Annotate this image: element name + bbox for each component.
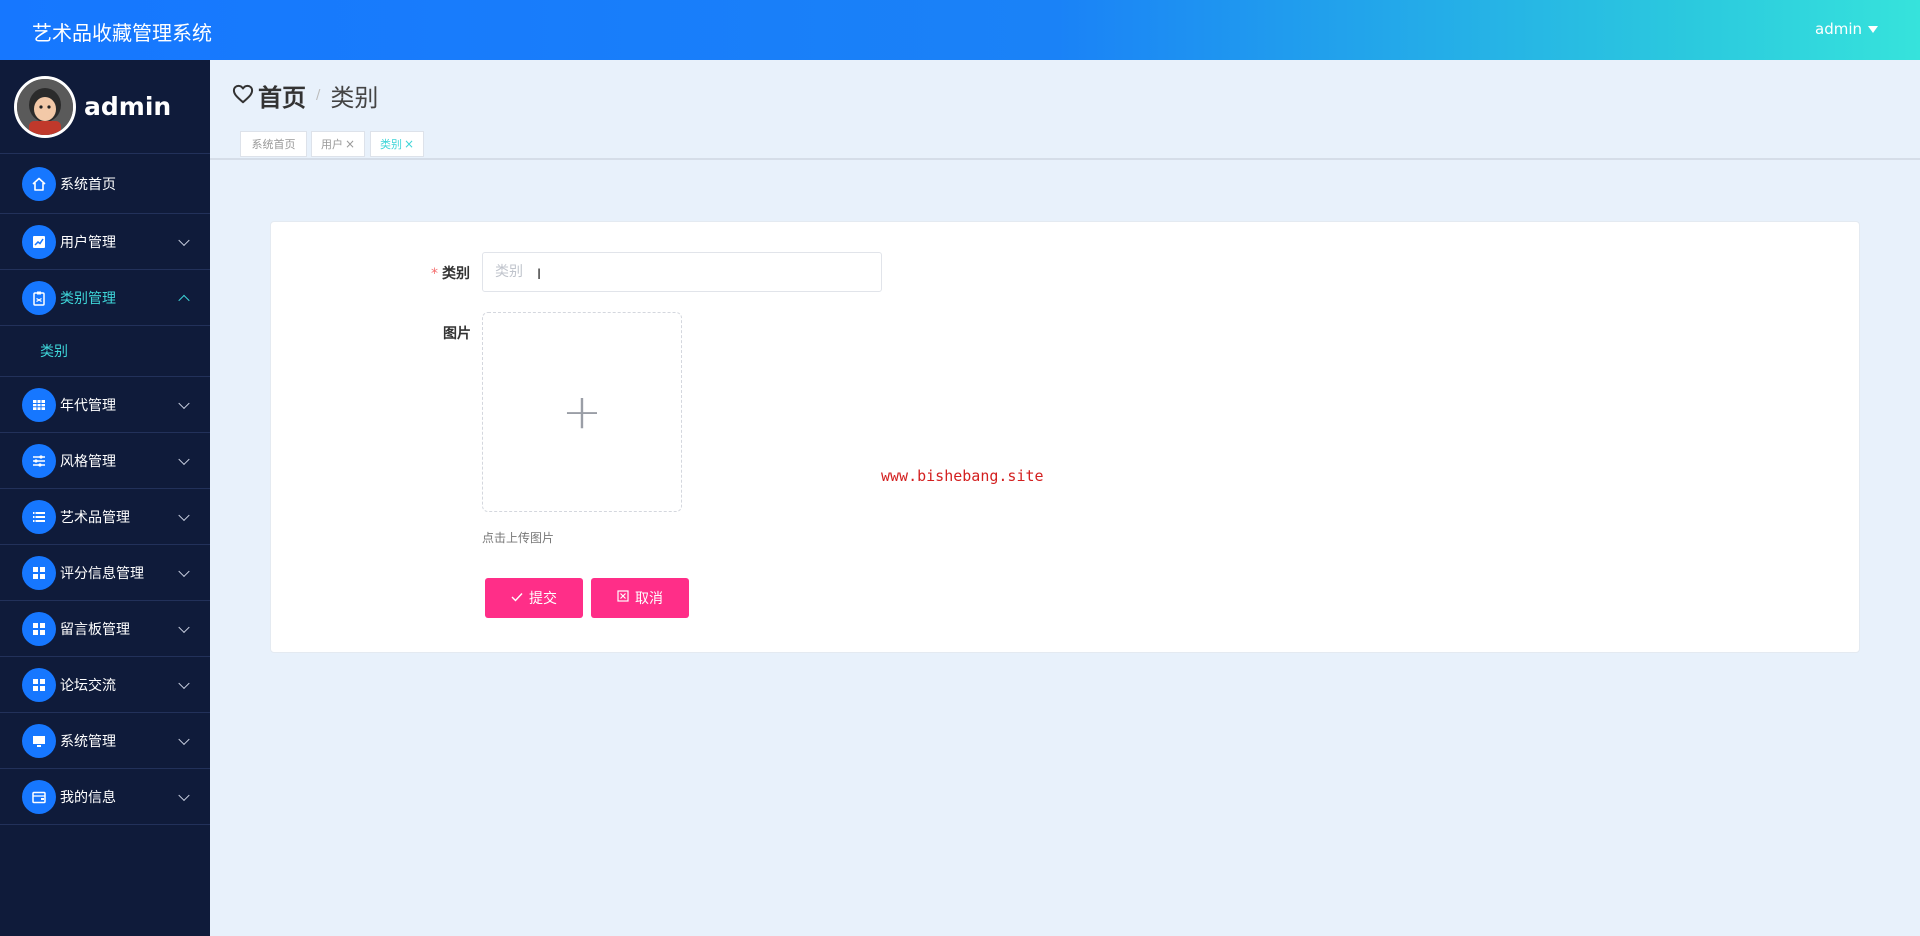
cancel-button[interactable]: 取消 <box>591 578 689 618</box>
caret-down-icon <box>1868 25 1878 33</box>
profile-username: admin <box>84 92 172 121</box>
avatar <box>14 75 76 138</box>
sidebar: admin 系统首页 用户管理 类别管理 类别 年代管理 风格管理 艺术品管理 … <box>0 60 210 936</box>
tag-label: 用户 <box>320 138 343 151</box>
cancel-label: 取消 <box>635 591 663 607</box>
sidebar-item-label: 类别管理 <box>60 290 116 307</box>
image-label: 图片 <box>443 326 471 342</box>
sidebar-item-messageboard[interactable]: 留言板管理 <box>0 601 210 657</box>
tag-home[interactable]: 系统首页 <box>240 131 307 157</box>
chevron-down-icon <box>178 621 190 633</box>
grid-icon <box>22 611 56 646</box>
sidebar-item-label: 年代管理 <box>60 397 116 414</box>
sidebar-item-label: 系统首页 <box>60 176 116 193</box>
upload-hint: 点击上传图片 <box>482 531 555 545</box>
sidebar-item-category[interactable]: 类别管理 <box>0 270 210 326</box>
category-input[interactable] <box>482 252 882 292</box>
tag-label: 系统首页 <box>251 138 296 151</box>
close-box-icon <box>617 590 629 606</box>
app-title: 艺术品收藏管理系统 <box>32 21 212 45</box>
sidebar-item-label: 评分信息管理 <box>60 565 144 582</box>
sliders-icon <box>22 443 56 478</box>
home-icon <box>22 166 56 201</box>
top-header: 艺术品收藏管理系统 admin <box>0 0 1920 60</box>
sidebar-item-label: 风格管理 <box>60 453 116 470</box>
chevron-down-icon <box>178 789 190 801</box>
sidebar-item-users[interactable]: 用户管理 <box>0 214 210 270</box>
close-icon[interactable]: × <box>345 137 355 151</box>
wallet-icon <box>22 779 56 814</box>
sidebar-item-label: 论坛交流 <box>60 677 116 694</box>
heart-icon <box>232 84 254 108</box>
category-label: * 类别 <box>431 263 470 283</box>
breadcrumb: 首页 / 类别 <box>232 78 378 113</box>
image-upload[interactable]: + <box>482 312 682 512</box>
watermark: www.bishebang.site <box>881 467 1044 485</box>
required-mark: * <box>431 266 438 282</box>
tag-label: 类别 <box>379 138 402 151</box>
text-cursor-icon: I <box>537 267 542 283</box>
chevron-down-icon <box>178 565 190 577</box>
close-icon[interactable]: × <box>404 137 414 151</box>
profile: admin <box>0 60 210 154</box>
chart-icon <box>22 224 56 259</box>
grid-icon <box>22 667 56 702</box>
sidebar-item-era[interactable]: 年代管理 <box>0 377 210 433</box>
sidebar-item-label: 我的信息 <box>60 789 116 806</box>
list-icon <box>22 499 56 534</box>
sidebar-item-label: 艺术品管理 <box>60 509 130 526</box>
sidebar-item-artwork[interactable]: 艺术品管理 <box>0 489 210 545</box>
sidebar-item-rating[interactable]: 评分信息管理 <box>0 545 210 601</box>
chevron-down-icon <box>178 397 190 409</box>
sidebar-item-forum[interactable]: 论坛交流 <box>0 657 210 713</box>
tags-bar: 系统首页 用户 × 类别 × <box>210 122 1920 160</box>
chevron-down-icon <box>178 733 190 745</box>
chevron-up-icon <box>178 294 190 306</box>
tag-category[interactable]: 类别 × <box>370 131 424 157</box>
chevron-down-icon <box>178 509 190 521</box>
sidebar-item-label: 系统管理 <box>60 733 116 750</box>
category-label-text: 类别 <box>442 266 470 282</box>
plus-icon: + <box>561 384 603 440</box>
grid-icon <box>22 555 56 590</box>
chevron-down-icon <box>178 677 190 689</box>
submit-button[interactable]: 提交 <box>485 578 583 618</box>
form-card: *类别 I 图片 + 点击上传图片 www.bishebang.site 提交 … <box>270 221 1860 653</box>
sidebar-item-system[interactable]: 系统管理 <box>0 713 210 769</box>
user-menu-label: admin <box>1815 20 1862 38</box>
sidebar-subitem-category[interactable]: 类别 <box>0 326 210 377</box>
breadcrumb-current: 类别 <box>330 84 379 112</box>
sidebar-item-style[interactable]: 风格管理 <box>0 433 210 489</box>
sidebar-item-myinfo[interactable]: 我的信息 <box>0 769 210 825</box>
monitor-icon <box>22 723 56 758</box>
user-menu[interactable]: admin <box>1815 20 1878 38</box>
breadcrumb-separator: / <box>316 88 321 103</box>
table-icon <box>22 387 56 422</box>
clipboard-icon <box>22 280 56 315</box>
submit-label: 提交 <box>529 591 557 607</box>
sidebar-item-label: 用户管理 <box>60 234 116 251</box>
sidebar-item-label: 留言板管理 <box>60 621 130 638</box>
chevron-down-icon <box>178 234 190 246</box>
tag-users[interactable]: 用户 × <box>311 131 365 157</box>
check-icon <box>511 590 523 606</box>
breadcrumb-home[interactable]: 首页 <box>258 78 306 113</box>
chevron-down-icon <box>178 453 190 465</box>
sidebar-item-home[interactable]: 系统首页 <box>0 154 210 214</box>
